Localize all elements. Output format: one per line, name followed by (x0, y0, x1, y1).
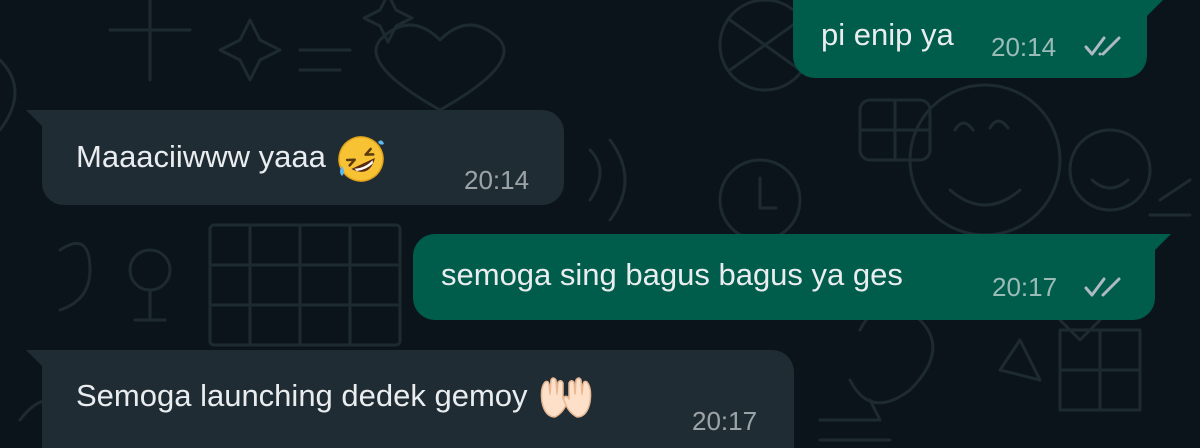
message-time: 20:17 (992, 272, 1058, 302)
message-bubble-outgoing[interactable]: pi enip ya 20:14 (793, 0, 1163, 78)
bubble-tail (26, 110, 42, 126)
raising-hands-emoji (540, 377, 591, 418)
message-time: 20:14 (464, 165, 530, 195)
message-time: 20:17 (692, 406, 758, 436)
message-text: semoga sing bagus bagus ya ges (441, 257, 903, 292)
double-check-read-icon (1084, 36, 1121, 56)
bubble-tail (26, 350, 42, 366)
double-check-read-icon (1084, 277, 1121, 297)
bubble-tail (1147, 0, 1163, 16)
message-bubble-incoming[interactable]: Maaaciiwww yaaa 20:14 (26, 110, 564, 205)
message-text: Maaaciiwww yaaa (76, 134, 386, 184)
message-time: 20:14 (991, 32, 1057, 62)
message-bubble-outgoing[interactable]: semoga sing bagus bagus ya ges 20:17 (413, 234, 1171, 320)
message-bubble-incoming[interactable]: Semoga launching dedek gemoy 20:17 (26, 350, 794, 448)
rolling-on-floor-laughing-emoji (338, 136, 384, 182)
message-text: Semoga launching dedek gemoy (76, 376, 594, 420)
bubble-tail (1155, 234, 1171, 250)
message-text: pi enip ya (821, 17, 954, 52)
